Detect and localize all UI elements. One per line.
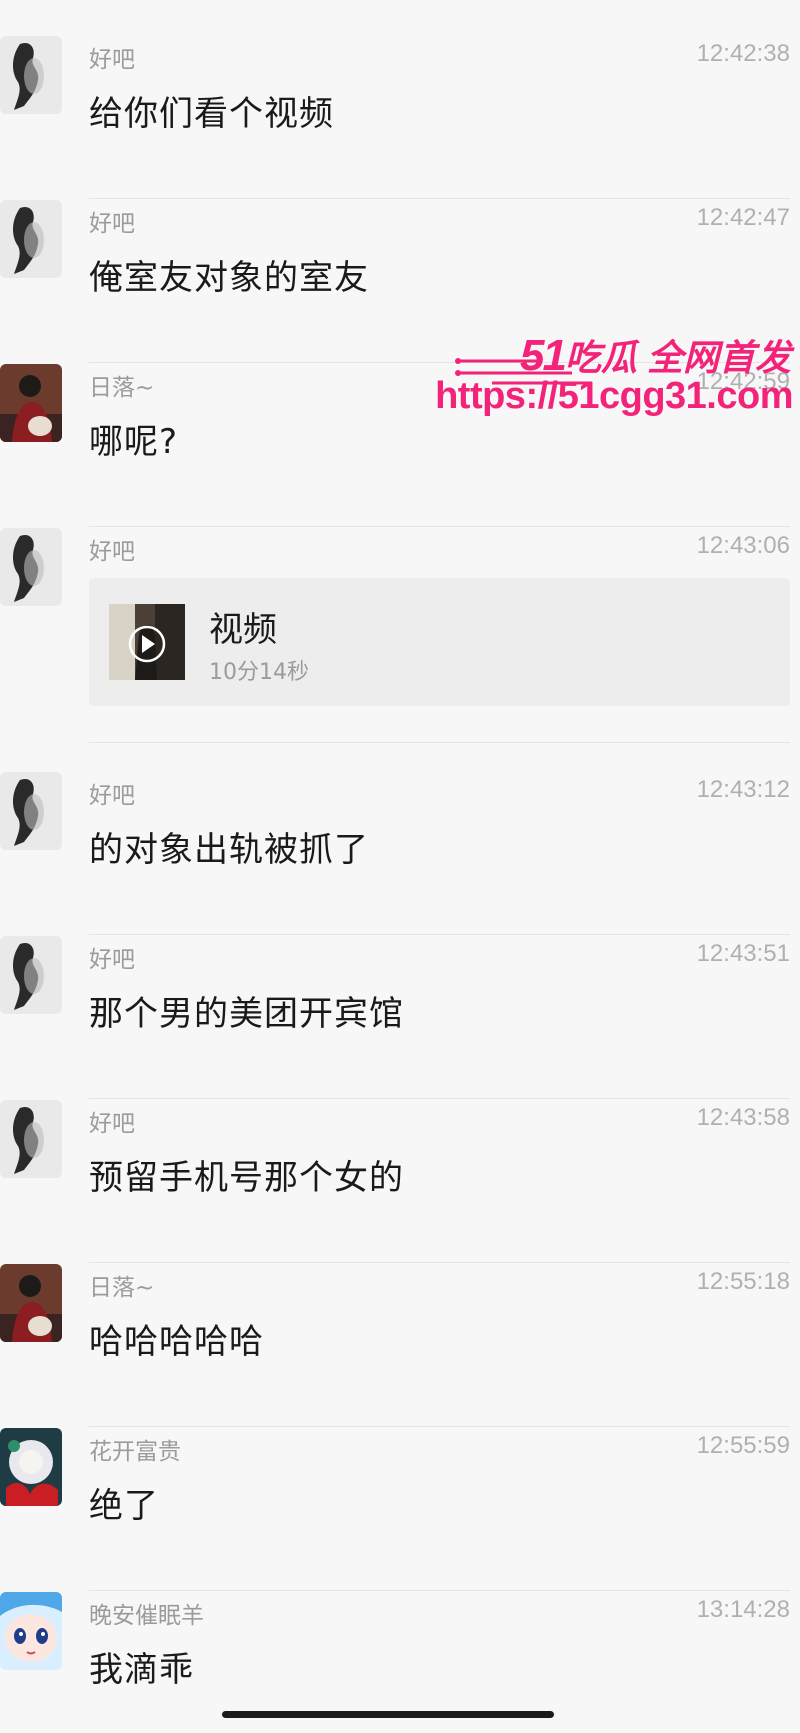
message-text: 俺室友对象的室友 xyxy=(89,258,369,298)
sender-name: 好吧 xyxy=(89,783,135,809)
timestamp: 12:43:51 xyxy=(696,940,790,967)
video-message-card[interactable]: 视频 10分14秒 xyxy=(89,578,790,706)
watermark-brand-number: 51 xyxy=(520,331,567,380)
divider xyxy=(89,1590,790,1591)
avatar-haoba[interactable] xyxy=(0,936,62,1014)
divider xyxy=(89,1262,790,1263)
divider xyxy=(89,526,790,527)
sender-name: 好吧 xyxy=(89,47,135,73)
message-item[interactable]: 好吧 12:43:51 那个男的美团开宾馆 xyxy=(0,936,800,1099)
message-item[interactable]: 花开富贵 12:55:59 绝了 xyxy=(0,1428,800,1591)
message-text: 那个男的美团开宾馆 xyxy=(89,994,404,1034)
avatar-haoba[interactable] xyxy=(0,1100,62,1178)
message-text: 我滴乖 xyxy=(89,1650,194,1690)
message-text: 的对象出轨被抓了 xyxy=(89,830,369,870)
avatar-riluo[interactable] xyxy=(0,364,62,442)
divider xyxy=(89,198,790,199)
message-item[interactable]: 好吧 12:42:38 给你们看个视频 xyxy=(0,36,800,199)
sender-name: 日落~ xyxy=(89,375,155,401)
timestamp: 12:43:12 xyxy=(696,776,790,803)
timestamp: 12:43:58 xyxy=(696,1104,790,1131)
watermark-brand: 51吃瓜 全网首发 xyxy=(520,329,791,381)
message-text: 哈哈哈哈哈 xyxy=(89,1322,264,1362)
video-title: 视频 xyxy=(209,610,277,650)
sender-name: 花开富贵 xyxy=(89,1439,181,1465)
sender-name: 日落~ xyxy=(89,1275,155,1301)
avatar-wanan[interactable] xyxy=(0,1592,62,1670)
video-duration: 10分14秒 xyxy=(209,660,309,685)
message-text: 绝了 xyxy=(89,1486,159,1526)
avatar-haoba[interactable] xyxy=(0,200,62,278)
avatar-haoba[interactable] xyxy=(0,528,62,606)
sender-name: 好吧 xyxy=(89,947,135,973)
sender-name: 好吧 xyxy=(89,1111,135,1137)
message-text: 给你们看个视频 xyxy=(89,94,334,134)
message-item[interactable]: 好吧 12:43:12 的对象出轨被抓了 xyxy=(0,772,800,935)
timestamp: 12:43:06 xyxy=(696,532,790,559)
sender-name: 晚安催眠羊 xyxy=(89,1603,204,1629)
timestamp: 12:42:47 xyxy=(696,204,790,231)
sender-name: 好吧 xyxy=(89,211,135,237)
divider xyxy=(89,1098,790,1099)
title-fragment: ··· xyxy=(290,0,480,8)
divider xyxy=(89,1426,790,1427)
watermark: 51吃瓜 全网首发 https://51cgg31.com xyxy=(435,325,797,425)
timestamp: 12:55:59 xyxy=(696,1432,790,1459)
video-thumbnail[interactable] xyxy=(109,604,185,680)
avatar-haoba[interactable] xyxy=(0,772,62,850)
divider xyxy=(89,742,790,743)
avatar-huakai[interactable] xyxy=(0,1428,62,1506)
title-bar-fragment: ··· xyxy=(0,0,800,14)
divider xyxy=(89,934,790,935)
message-item[interactable]: 好吧 12:43:06 视频 10分14秒 xyxy=(0,528,800,743)
message-item[interactable]: 日落~ 12:55:18 哈哈哈哈哈 xyxy=(0,1264,800,1427)
timestamp: 12:42:38 xyxy=(696,40,790,67)
timestamp: 12:55:18 xyxy=(696,1268,790,1295)
watermark-brand-text: 吃瓜 全网首发 xyxy=(564,337,791,378)
avatar-haoba[interactable] xyxy=(0,36,62,114)
message-item[interactable]: 好吧 12:43:58 预留手机号那个女的 xyxy=(0,1100,800,1263)
timestamp: 13:14:28 xyxy=(696,1596,790,1623)
message-text: 哪呢? xyxy=(89,422,179,462)
watermark-url: https://51cgg31.com xyxy=(435,375,793,417)
home-indicator[interactable] xyxy=(222,1711,554,1718)
sender-name: 好吧 xyxy=(89,539,135,565)
message-text: 预留手机号那个女的 xyxy=(89,1158,404,1198)
avatar-riluo[interactable] xyxy=(0,1264,62,1342)
